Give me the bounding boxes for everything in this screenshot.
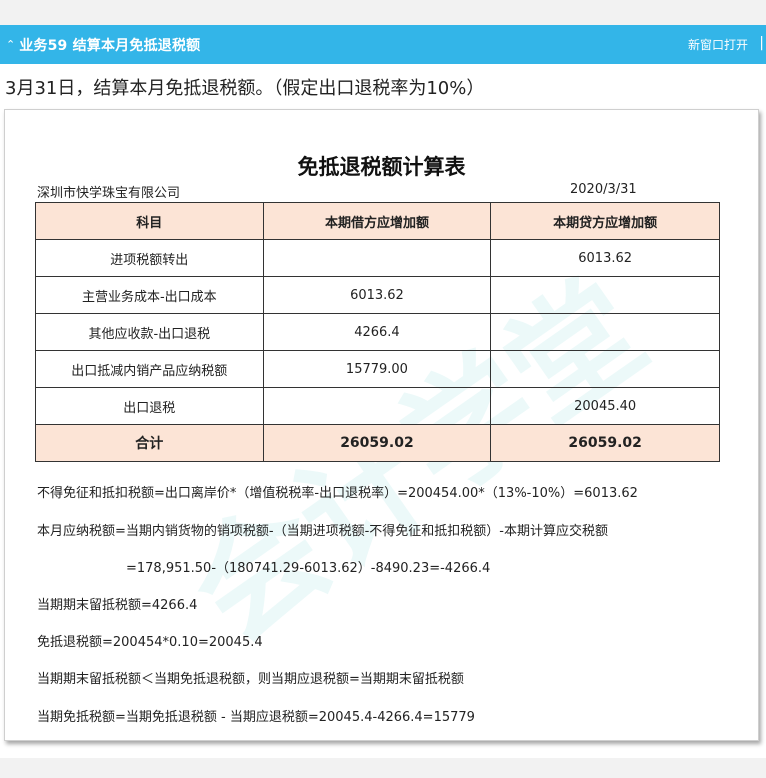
document-image: 会计学堂 免抵退税额计算表 深圳市快学珠宝有限公司 2020/3/31 科目 本… [4,109,759,741]
table-header-row: 科目 本期借方应增加额 本期贷方应增加额 [35,202,720,240]
table-cell: 20045.40 [490,387,720,425]
table-cell [490,276,720,314]
table-row: 进项税额转出 6013.62 [35,239,720,277]
table-cell: 进项税额转出 [35,239,264,277]
note-line: 当期期末留抵税额＜当期免抵退税额，则当期应退税额=当期期末留抵税额 [37,672,464,687]
table-cell: 4266.4 [262,313,492,351]
column-header: 本期借方应增加额 [262,202,492,240]
table-cell: 主营业务成本-出口成本 [35,276,264,314]
total-credit: 26059.02 [490,424,720,462]
table-cell: 出口退税 [35,387,264,425]
note-line: 当期期末留抵税额=4266.4 [37,598,198,613]
table-cell: 6013.62 [262,276,492,314]
table-cell [490,313,720,351]
note-line: =178,951.50-（180741.29-6013.62）-8490.23=… [126,561,491,576]
note-line: 当期免抵税额=当期免抵退税额 - 当期应退税额=20045.4-4266.4=1… [37,710,475,725]
header-edge-glyph: | [759,35,764,51]
open-new-window-link[interactable]: 新窗口打开 [688,36,748,53]
document-date: 2020/3/31 [570,182,637,197]
section-header[interactable]: ⌃ 业务59 结算本月免抵退税额 新窗口打开 | [0,25,766,64]
total-label: 合计 [35,424,264,462]
task-description: 3月31日，结算本月免抵退税额。（假定出口退税率为10%） [5,78,485,99]
bottom-gap [0,758,766,778]
document-title: 免抵退税额计算表 [297,155,466,179]
note-line: 本月应纳税额=当期内销货物的销项税额-（当期进项税额-不得免征和抵扣税额）-本期… [37,524,608,539]
table-cell: 出口抵减内销产品应纳税额 [35,350,264,388]
table-cell [490,350,720,388]
table-cell [262,239,492,277]
table-row: 其他应收款-出口退税 4266.4 [35,313,720,351]
table-row: 出口抵减内销产品应纳税额 15779.00 [35,350,720,388]
note-line: 免抵退税额=200454*0.10=20045.4 [37,635,263,650]
table-row: 出口退税 20045.40 [35,387,720,425]
total-row: 合计 26059.02 26059.02 [35,424,720,462]
top-gap [0,0,766,25]
section-title: 业务59 结算本月免抵退税额 [19,37,201,54]
column-header: 科目 [35,202,264,240]
note-line: 不得免征和抵扣税额=出口离岸价*（增值税税率-出口退税率）=200454.00*… [37,486,638,501]
table-cell: 其他应收款-出口退税 [35,313,264,351]
column-header: 本期贷方应增加额 [490,202,720,240]
total-debit: 26059.02 [262,424,492,462]
table-cell: 15779.00 [262,350,492,388]
company-name: 深圳市快学珠宝有限公司 [37,186,181,201]
calc-table: 科目 本期借方应增加额 本期贷方应增加额 进项税额转出 6013.62 主营业务… [35,202,720,462]
table-cell [262,387,492,425]
table-row: 主营业务成本-出口成本 6013.62 [35,276,720,314]
table-cell: 6013.62 [490,239,720,277]
chevron-up-icon[interactable]: ⌃ [6,39,15,50]
